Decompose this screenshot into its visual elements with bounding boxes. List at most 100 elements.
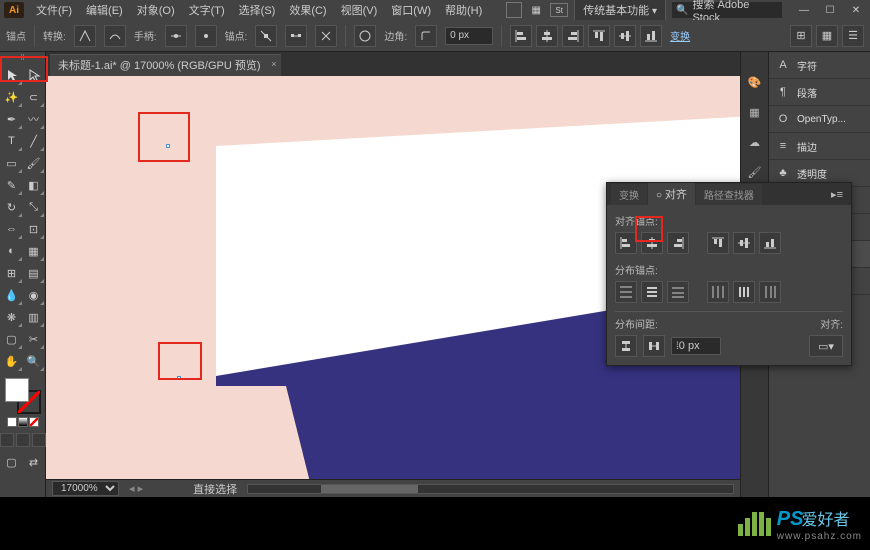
cut-path-icon[interactable]	[315, 25, 337, 47]
libraries-panel-icon[interactable]: ☁	[745, 132, 765, 152]
quick-align-vcenter-icon[interactable]	[614, 25, 636, 47]
menu-edit[interactable]: 编辑(E)	[80, 0, 129, 20]
workspace-preset-dropdown[interactable]: 传统基本功能 ▾	[574, 0, 666, 21]
corner-type-icon[interactable]	[415, 25, 437, 47]
vdist-center-icon[interactable]	[641, 281, 663, 303]
gradient-tool-icon[interactable]: ▤	[23, 262, 45, 284]
stock-icon[interactable]: St	[550, 3, 568, 17]
maximize-icon[interactable]: ☐	[820, 3, 840, 17]
bridge-icon[interactable]	[506, 2, 522, 18]
scale-tool-icon[interactable]: ⤡	[23, 196, 45, 218]
hspace-icon[interactable]	[643, 335, 665, 357]
fill-stroke-swatch[interactable]	[5, 378, 41, 414]
isolate-icon[interactable]	[354, 25, 376, 47]
blend-tool-icon[interactable]: ◉	[23, 284, 45, 306]
curvature-tool-icon[interactable]: 〰	[23, 108, 45, 130]
align-panel[interactable]: 变换 ○ 对齐 路径查找器 ▸≡ 对齐锚点: 分布锚点: 分布	[606, 182, 852, 366]
quick-align-top-icon[interactable]	[588, 25, 610, 47]
opt-extra-1-icon[interactable]: ⊞	[790, 25, 812, 47]
transform-link-label[interactable]: 变换	[670, 28, 690, 43]
zoom-tool-icon[interactable]: 🔍	[23, 350, 45, 372]
menu-type[interactable]: 文字(T)	[183, 0, 231, 20]
eyedropper-tool-icon[interactable]: 💧	[1, 284, 23, 306]
panel-strip-item[interactable]: A字符	[769, 52, 870, 79]
graph-tool-icon[interactable]: ▥	[23, 306, 45, 328]
vdist-bottom-icon[interactable]	[667, 281, 689, 303]
draw-normal-icon[interactable]	[0, 433, 14, 447]
convert-smooth-icon[interactable]	[104, 25, 126, 47]
pen-tool-icon[interactable]: ✒	[1, 108, 23, 130]
tab-align[interactable]: ○ 对齐	[648, 183, 695, 205]
minimize-icon[interactable]: —	[794, 3, 814, 17]
tab-pathfinder[interactable]: 路径查找器	[696, 184, 762, 205]
lasso-tool-icon[interactable]: ⊂	[23, 86, 45, 108]
menu-select[interactable]: 选择(S)	[233, 0, 282, 20]
menu-file[interactable]: 文件(F)	[30, 0, 78, 20]
perspective-tool-icon[interactable]: ▦	[23, 240, 45, 262]
fill-swatch-icon[interactable]	[5, 378, 29, 402]
brush-tool-icon[interactable]: 🖌	[23, 152, 45, 174]
rotate-tool-icon[interactable]: ↻	[1, 196, 23, 218]
convert-corner-icon[interactable]	[74, 25, 96, 47]
corner-radius-input[interactable]	[445, 27, 493, 45]
align-top-icon[interactable]	[707, 232, 729, 254]
spacing-value-input[interactable]: ⁞ 0 px	[671, 337, 721, 355]
artboard-tool-icon[interactable]: ▢	[1, 328, 23, 350]
align-right-icon[interactable]	[667, 232, 689, 254]
toolbar-toggle-icon[interactable]: ⇄	[23, 451, 45, 473]
connect-anchor-icon[interactable]	[285, 25, 307, 47]
quick-align-bottom-icon[interactable]	[640, 25, 662, 47]
shape-builder-tool-icon[interactable]: ◐	[1, 240, 23, 262]
menu-object[interactable]: 对象(O)	[131, 0, 181, 20]
color-panel-icon[interactable]: 🎨	[745, 72, 765, 92]
show-handles-icon[interactable]	[165, 25, 187, 47]
arrange-docs-icon[interactable]: ▦	[528, 2, 544, 18]
panel-flyout-icon[interactable]: ▸≡	[823, 184, 851, 205]
hide-handles-icon[interactable]	[195, 25, 217, 47]
panel-strip-item[interactable]: ¶段落	[769, 79, 870, 106]
quick-align-left-icon[interactable]	[510, 25, 532, 47]
align-vcenter-icon[interactable]	[733, 232, 755, 254]
hdist-right-icon[interactable]	[759, 281, 781, 303]
screen-mode-icon[interactable]: ▢	[1, 451, 23, 473]
color-mode-icon[interactable]	[7, 417, 17, 427]
zoom-select[interactable]: 17000%	[52, 481, 119, 496]
vdist-top-icon[interactable]	[615, 281, 637, 303]
menu-help[interactable]: 帮助(H)	[439, 0, 488, 20]
opt-extra-2-icon[interactable]: ▦	[816, 25, 838, 47]
align-to-selection-icon[interactable]: ▭▾	[809, 335, 843, 357]
stock-search-input[interactable]: 🔍 搜索 Adobe Stock	[672, 2, 782, 18]
rectangle-tool-icon[interactable]: ▭	[1, 152, 23, 174]
draw-behind-icon[interactable]	[16, 433, 30, 447]
menu-effect[interactable]: 效果(C)	[283, 0, 332, 20]
magic-wand-tool-icon[interactable]: ✨	[1, 86, 23, 108]
brushes-panel-icon[interactable]: 🖌	[745, 162, 765, 182]
opt-extra-3-icon[interactable]: ☰	[842, 25, 864, 47]
mesh-tool-icon[interactable]: ⊞	[1, 262, 23, 284]
document-tab[interactable]: 未标题-1.ai* @ 17000% (RGB/GPU 预览) ×	[50, 54, 281, 76]
swatches-panel-icon[interactable]: ▦	[745, 102, 765, 122]
horizontal-scrollbar[interactable]	[247, 484, 734, 494]
eraser-tool-icon[interactable]: ◧	[23, 174, 45, 196]
symbol-sprayer-tool-icon[interactable]: ❋	[1, 306, 23, 328]
hand-tool-icon[interactable]: ✋	[1, 350, 23, 372]
none-mode-icon[interactable]	[29, 417, 39, 427]
free-transform-tool-icon[interactable]: ⊡	[23, 218, 45, 240]
menu-window[interactable]: 窗口(W)	[385, 0, 437, 20]
slice-tool-icon[interactable]: ✂	[23, 328, 45, 350]
quick-align-right-icon[interactable]	[562, 25, 584, 47]
menu-view[interactable]: 视图(V)	[335, 0, 384, 20]
line-tool-icon[interactable]: ╱	[23, 130, 45, 152]
panel-strip-item[interactable]: OOpenTyp...	[769, 106, 870, 133]
align-bottom-icon[interactable]	[759, 232, 781, 254]
close-icon[interactable]: ✕	[846, 3, 866, 17]
type-tool-icon[interactable]: T	[1, 130, 23, 152]
quick-align-hcenter-icon[interactable]	[536, 25, 558, 47]
vspace-icon[interactable]	[615, 335, 637, 357]
tab-close-icon[interactable]: ×	[271, 59, 276, 69]
hdist-center-icon[interactable]	[733, 281, 755, 303]
gradient-mode-icon[interactable]	[18, 417, 28, 427]
align-left-icon[interactable]	[615, 232, 637, 254]
remove-anchor-icon[interactable]	[255, 25, 277, 47]
panel-strip-item[interactable]: ≡描边	[769, 133, 870, 160]
